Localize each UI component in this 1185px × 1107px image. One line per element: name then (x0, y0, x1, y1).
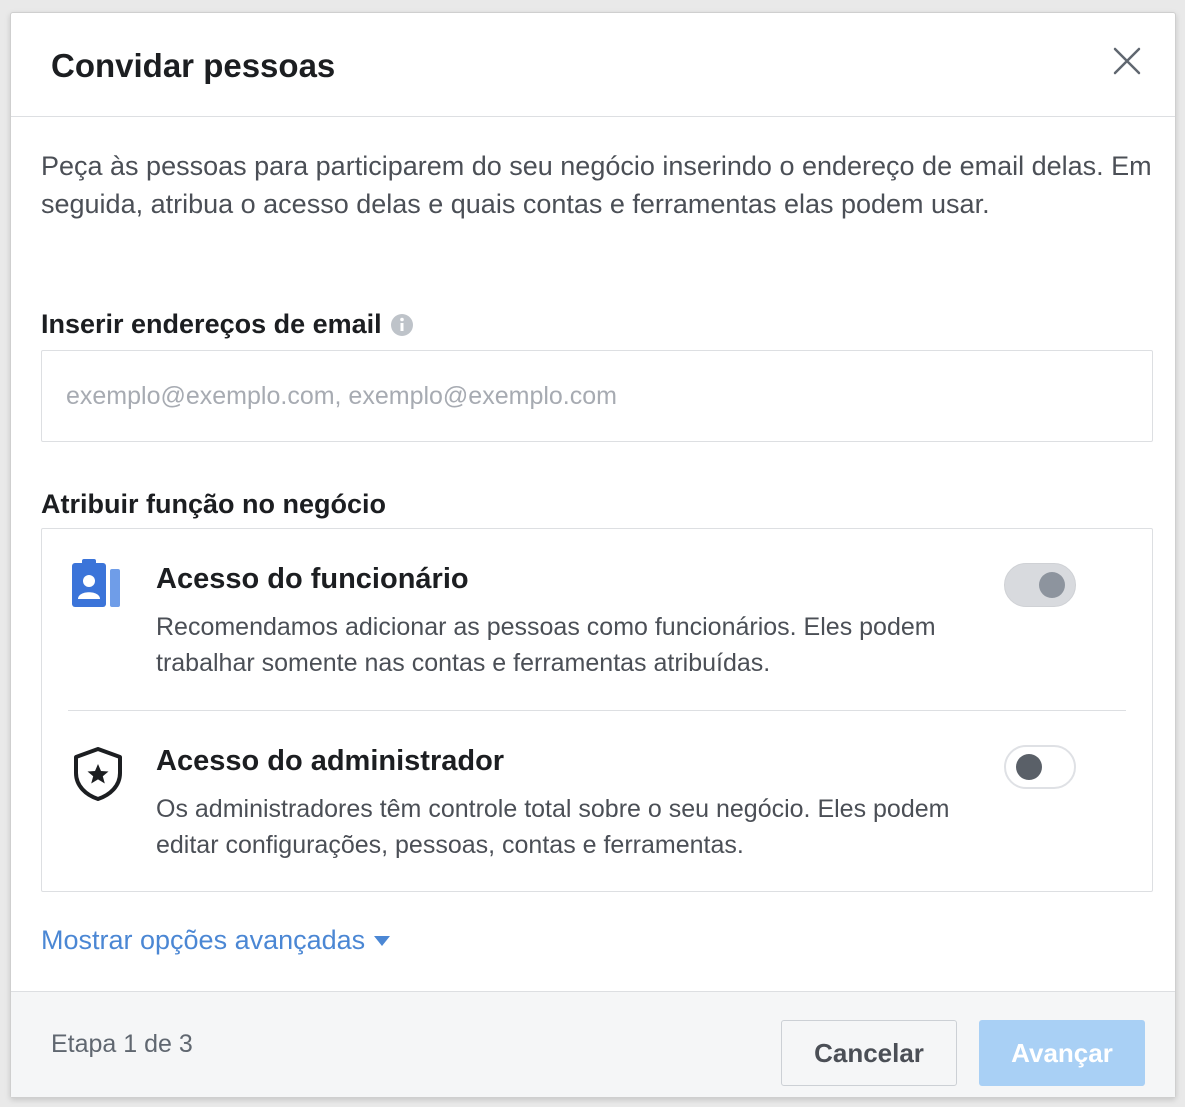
role-description-admin: Os administradores têm controle total so… (156, 795, 950, 859)
email-input[interactable] (41, 350, 1153, 442)
role-description-employee: Recomendamos adicionar as pessoas como f… (156, 613, 936, 677)
step-indicator: Etapa 1 de 3 (51, 1030, 193, 1058)
dialog-header: Convidar pessoas (11, 13, 1175, 117)
role-title-employee: Acesso do funcionário (156, 563, 469, 595)
dialog-title: Convidar pessoas (51, 47, 336, 84)
employee-badge-icon (68, 557, 128, 617)
toggle-knob (1016, 754, 1042, 780)
invite-people-dialog: Convidar pessoas Peça às pessoas para pa… (10, 12, 1176, 1098)
admin-access-toggle[interactable] (1004, 745, 1076, 789)
dialog-footer: Etapa 1 de 3 Cancelar Avançar (11, 991, 1175, 1097)
role-option-employee[interactable]: Acesso do funcionário Recomendamos adici… (42, 529, 1152, 709)
email-label: Inserir endereços de email (41, 309, 414, 340)
intro-text: Peça às pessoas para participarem do seu… (41, 151, 1152, 219)
role-title-admin: Acesso do administrador (156, 745, 505, 777)
next-button[interactable]: Avançar (979, 1020, 1145, 1086)
role-options: Acesso do funcionário Recomendamos adici… (41, 528, 1153, 892)
role-option-admin[interactable]: Acesso do administrador Os administrador… (42, 711, 1152, 891)
employee-access-toggle[interactable] (1004, 563, 1076, 607)
toggle-knob (1039, 572, 1065, 598)
admin-shield-icon (68, 743, 128, 803)
close-icon[interactable] (1109, 43, 1145, 79)
cancel-button[interactable]: Cancelar (781, 1020, 957, 1086)
show-advanced-options-link[interactable]: Mostrar opções avançadas (41, 925, 391, 956)
advanced-link-label: Mostrar opções avançadas (41, 925, 366, 955)
role-label: Atribuir função no negócio (41, 489, 386, 519)
caret-down-icon (374, 935, 391, 946)
info-icon[interactable] (390, 313, 414, 337)
email-label-text: Inserir endereços de email (41, 309, 382, 339)
